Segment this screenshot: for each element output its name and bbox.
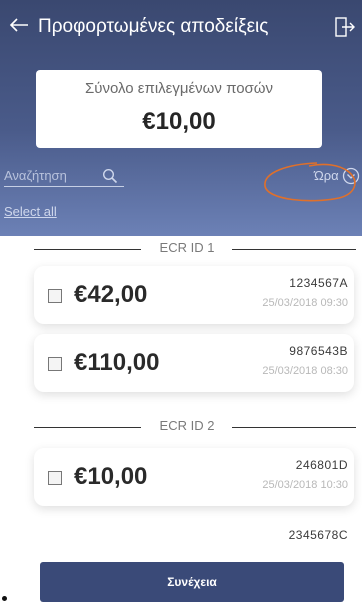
receipt-date: 25/03/2018 09:30 xyxy=(262,297,348,309)
decorative-dot xyxy=(2,596,7,601)
receipt-date: 25/03/2018 08:30 xyxy=(262,365,348,377)
group-divider: ECR ID 2 xyxy=(34,418,356,436)
receipt-amount: €10,00 xyxy=(74,463,148,490)
footer: Συνέχεια xyxy=(0,556,362,607)
receipt-card[interactable]: €10,00 246801D 25/03/2018 10:30 xyxy=(34,448,354,506)
total-value: €10,00 xyxy=(142,108,216,135)
header: Προφορτωμένες αποδείξεις Σύνολο επιλεγμέ… xyxy=(0,0,362,236)
receipt-card[interactable]: €42,00 1234567A 25/03/2018 09:30 xyxy=(34,266,354,324)
receipt-code: 246801D xyxy=(295,458,348,472)
receipt-card[interactable]: €110,00 9876543B 25/03/2018 08:30 xyxy=(34,334,354,392)
group-label: ECR ID 1 xyxy=(159,240,215,255)
search-placeholder: Αναζήτηση xyxy=(4,168,67,183)
receipt-date: 25/03/2018 10:30 xyxy=(262,479,348,491)
total-label: Σύνολο επιλεγμένων ποσών xyxy=(84,80,274,97)
receipt-code: 2345678C xyxy=(288,528,348,542)
back-arrow-icon[interactable] xyxy=(8,14,32,38)
group-divider: ECR ID 1 xyxy=(34,240,356,258)
receipts-list: ECR ID 1 €42,00 1234567A 25/03/2018 09:3… xyxy=(0,236,362,576)
logout-icon[interactable] xyxy=(334,16,356,38)
page-title: Προφορτωμένες αποδείξεις xyxy=(38,16,269,37)
receipt-code: 9876543B xyxy=(289,344,348,358)
receipt-amount: €42,00 xyxy=(74,281,148,308)
search-icon[interactable] xyxy=(102,168,118,184)
receipt-checkbox[interactable] xyxy=(48,471,62,485)
top-bar: Προφορτωμένες αποδείξεις xyxy=(0,0,362,56)
group-label: ECR ID 2 xyxy=(159,418,215,433)
total-card: Σύνολο επιλεγμένων ποσών €10,00 xyxy=(36,70,322,148)
receipt-checkbox[interactable] xyxy=(48,289,62,303)
receipt-amount: €110,00 xyxy=(74,349,160,376)
annotation-circle xyxy=(264,162,356,202)
search-underline xyxy=(4,186,124,187)
receipt-checkbox[interactable] xyxy=(48,357,62,371)
continue-button[interactable]: Συνέχεια xyxy=(40,562,344,602)
search-input[interactable]: Αναζήτηση xyxy=(4,166,124,188)
select-all-link[interactable]: Select all xyxy=(4,204,57,219)
receipt-code: 1234567A xyxy=(289,276,348,290)
